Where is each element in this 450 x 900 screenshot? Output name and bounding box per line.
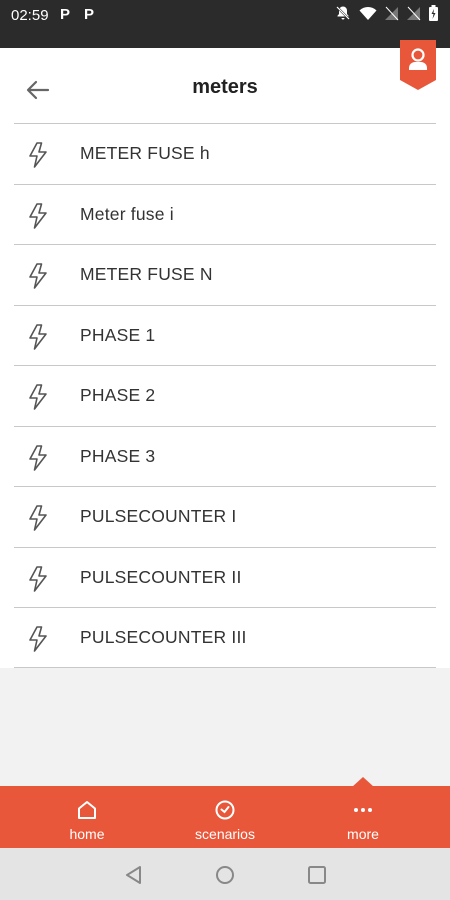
nav-scenarios[interactable]: scenarios	[150, 786, 300, 848]
system-nav-bar	[0, 848, 450, 900]
home-icon	[12, 798, 162, 822]
status-bar: 02:59 P P	[0, 0, 450, 48]
triangle-back-icon	[126, 866, 141, 884]
lightning-bolt-icon	[26, 202, 50, 229]
meter-list-item[interactable]: PULSECOUNTER II	[14, 546, 436, 608]
meter-list: METER FUSE h Meter fuse i METER FUSE N PHAS…	[0, 123, 450, 668]
user-badge-icon	[400, 40, 436, 90]
meter-list-item[interactable]: Meter fuse i	[14, 183, 436, 245]
lightning-bolt-icon	[26, 323, 50, 350]
header: meters	[0, 48, 450, 123]
battery-icon	[429, 5, 438, 21]
meter-label: Meter fuse i	[80, 203, 174, 224]
parking-notification-icon: P	[60, 6, 71, 23]
lightning-bolt-icon	[26, 626, 50, 652]
meter-label: PULSECOUNTER I	[80, 506, 237, 527]
meter-label: PULSECOUNTER II	[80, 566, 242, 587]
notifications-off-icon	[335, 5, 351, 21]
status-time: 02:59	[11, 7, 49, 24]
meter-label: PULSECOUNTER III	[80, 626, 247, 647]
clock-icon	[150, 798, 300, 822]
meter-label: PHASE 1	[80, 324, 156, 345]
nav-more-label: more	[347, 826, 379, 842]
meter-list-item[interactable]: METER FUSE N	[14, 244, 436, 305]
lightning-bolt-icon	[26, 384, 50, 410]
page-title: meters	[192, 76, 258, 98]
meter-list-item[interactable]: PHASE 2	[14, 365, 436, 426]
meter-label: PHASE 2	[80, 385, 156, 406]
nav-home[interactable]: home	[12, 786, 162, 848]
signal-icon	[385, 6, 399, 21]
meter-label: PHASE 3	[80, 445, 156, 466]
meter-list-item[interactable]: PHASE 1	[14, 304, 436, 366]
nav-more[interactable]: more	[288, 786, 438, 848]
more-dots-icon	[288, 798, 438, 822]
bottom-nav: home scenarios more	[0, 777, 450, 848]
system-recents-button[interactable]	[306, 864, 328, 886]
lightning-bolt-icon	[26, 565, 50, 592]
signal-icon-2	[407, 6, 421, 21]
nav-home-label: home	[69, 826, 105, 842]
meter-label: METER FUSE N	[80, 264, 213, 285]
system-back-button[interactable]	[123, 864, 145, 886]
nav-scenarios-label: scenarios	[195, 826, 255, 842]
profile-button[interactable]	[400, 40, 436, 90]
lightning-bolt-icon	[26, 444, 50, 471]
status-icons	[335, 5, 438, 21]
square-recents-icon	[308, 866, 326, 884]
wifi-icon	[359, 6, 377, 21]
lightning-bolt-icon	[26, 263, 50, 289]
system-home-button[interactable]	[214, 864, 236, 886]
parking-notification-icon-2: P	[84, 6, 95, 23]
meter-list-item[interactable]: PHASE 3	[14, 425, 436, 487]
meter-list-item[interactable]: PULSECOUNTER I	[14, 486, 436, 547]
circle-home-icon	[216, 866, 234, 884]
lightning-bolt-icon	[26, 142, 50, 168]
meter-label: METER FUSE h	[80, 143, 210, 164]
lightning-bolt-icon	[26, 505, 50, 531]
meter-list-item[interactable]: PULSECOUNTER III	[14, 607, 436, 668]
meter-list-item[interactable]: METER FUSE h	[14, 123, 436, 184]
